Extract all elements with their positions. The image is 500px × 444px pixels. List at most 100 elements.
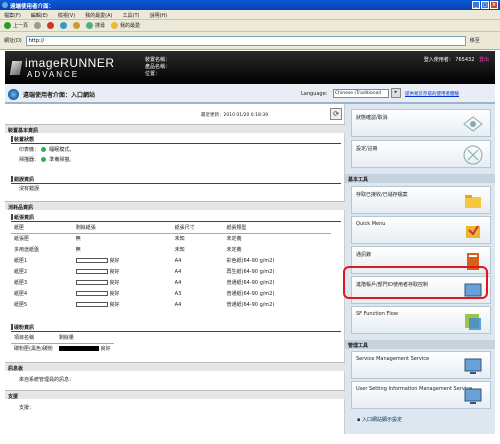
col-tray: 紙匣 [11, 222, 73, 234]
table-row: 碳粉匣(黑色)碳粉 良好 [11, 343, 114, 354]
product-name-label: 產品名稱： [145, 64, 171, 70]
settings-button[interactable]: 設定/註冊 [351, 140, 491, 168]
paper-type: 未定義 [226, 236, 242, 243]
language-go-button[interactable]: ▸ [391, 88, 401, 98]
menu-tools[interactable]: 工具(T) [123, 12, 140, 19]
printer-status-row: 印表機： 睡眠模式。 [19, 146, 74, 153]
status-monitor-button[interactable]: 狀態確認/取消 [351, 109, 491, 137]
address-label: 網址(D) [4, 38, 22, 44]
menu-edit[interactable]: 編輯(E) [31, 12, 48, 19]
refresh-button[interactable]: ⟳ [330, 108, 342, 120]
forward-button[interactable] [34, 22, 42, 29]
table-row: 紙匣4 良好 A3 普通紙(64-90 g/m2) [11, 288, 331, 299]
logout-link[interactable]: 登出 [479, 57, 489, 63]
tray-name: 紙匣3 [14, 280, 28, 286]
paper-level: 良好 [109, 269, 120, 275]
tray-name: 紙張匣 [14, 236, 30, 243]
stop-button[interactable] [47, 22, 55, 29]
brand-name: imageRUNNER [25, 56, 115, 70]
main-panel: 最近更新：2010 01/20 0:18:39 ⟳ 裝置基本資訊 裝置狀態 印表… [5, 104, 345, 434]
menu-help[interactable]: 說明(H) [149, 12, 167, 19]
quick-menu-label: Quick Menu [356, 221, 386, 227]
minimize-icon[interactable]: _ [472, 1, 480, 9]
accessibility-link[interactable]: 提供易於存取的使用者體驗 [405, 91, 459, 97]
paper-level: 良好 [109, 280, 120, 286]
search-button[interactable]: 搜尋 [86, 22, 105, 29]
table-row: 紙匣5 良好 A4 普通紙(64-90 g/m2) [11, 299, 331, 310]
menu-view[interactable]: 檢視(V) [58, 12, 75, 19]
user-setting-mgmt-button[interactable]: User Setting Information Management Serv… [351, 381, 491, 409]
location-label: 位置： [145, 71, 161, 77]
device-name-label: 裝置名稱： [145, 57, 171, 63]
paper-level-bar [75, 302, 108, 307]
paper-info-heading: 紙張資訊 [11, 214, 341, 222]
window-titlebar: 遠端使用者介面： _ □ × [0, 0, 500, 10]
login-user-label: 登入使用者： [423, 57, 454, 63]
paper-type: 彩色紙(64-90 g/m2) [226, 258, 275, 264]
go-button[interactable]: 移至 [470, 37, 480, 44]
back-button[interactable]: 上一頁 [4, 22, 28, 29]
service-management-button[interactable]: Service Management Service [351, 351, 491, 379]
address-bar: 網址(D) 移至 [0, 32, 500, 50]
paper-level-cell: 良好 [73, 255, 172, 266]
refresh-browser-button[interactable] [60, 22, 68, 29]
page-title: 遠端使用者介面：入口網站 [23, 92, 96, 99]
tray-name: 紙匣2 [14, 269, 28, 275]
management-tools-section: 管理工具 [345, 340, 495, 349]
status-monitor-label: 狀態確認/取消 [356, 115, 388, 121]
address-input[interactable] [25, 35, 466, 46]
device-basic-section: 裝置基本資訊 [5, 124, 345, 134]
paper-level: 良好 [109, 258, 120, 264]
paper-size: A4 [174, 257, 182, 264]
tray-name: 紙匣1 [14, 258, 28, 264]
home-icon [73, 22, 81, 29]
paper-level-cell: 良好 [73, 266, 172, 277]
sf-flow-label: SF Function Flow [356, 311, 398, 317]
quick-menu-button[interactable]: Quick Menu [351, 216, 491, 244]
support-section: 支援 [5, 390, 345, 400]
menu-file[interactable]: 檔案(F) [4, 12, 21, 19]
toner-level-bar [58, 346, 99, 352]
access-files-button[interactable]: 存取已接收/已儲存檔案 [351, 186, 491, 214]
tray-name: 紙匣4 [14, 291, 28, 297]
portal-settings-label: 入口網站顯示設定 [361, 417, 402, 423]
tools-icon [463, 145, 483, 165]
paper-level-cell: 良好 [73, 299, 172, 310]
folder-icon [465, 195, 481, 208]
function-flow-icon [465, 314, 481, 330]
user-setting-mgmt-label: User Setting Information Management Serv… [356, 386, 473, 392]
home-button[interactable] [73, 22, 81, 29]
tray-name: 紙匣5 [14, 302, 28, 308]
portal-subheader: 遠端使用者介面：入口網站 Language: Chinese (Traditio… [5, 84, 495, 104]
paper-level: 無 [75, 236, 81, 243]
message-text: 來自系統管理員的訊息： [19, 377, 75, 383]
settings-small-icon: ▪ [357, 417, 361, 423]
monitor-icon [464, 388, 482, 404]
col-type: 紙張類型 [223, 222, 331, 234]
eye-icon [463, 116, 483, 132]
login-user-info: 登入使用者： 765432 登出 [424, 56, 489, 63]
paper-size: 未知 [174, 247, 185, 253]
printer-label: 印表機： [19, 147, 40, 153]
consumables-section: 消耗品資訊 [5, 201, 345, 211]
monitor-icon [464, 358, 482, 374]
paper-size: A4 [174, 301, 182, 308]
search-icon [86, 22, 94, 29]
maximize-icon[interactable]: □ [481, 1, 489, 9]
sf-function-flow-button[interactable]: SF Function Flow [351, 306, 491, 334]
close-icon[interactable]: × [490, 1, 498, 9]
menu-favorites[interactable]: 我的最愛(A) [85, 12, 112, 19]
language-label: Language: [301, 91, 328, 97]
portal-display-settings-link[interactable]: ▪ 入口網站顯示設定 [357, 416, 402, 423]
support-text: 支援： [19, 405, 35, 411]
paper-level-bar [75, 291, 108, 296]
status-ok-icon [40, 147, 46, 152]
language-select[interactable]: Chinese (Traditional) [333, 89, 389, 98]
favorites-button[interactable]: 我的最愛 [111, 22, 140, 29]
table-row: 多用途紙盤 無 未知 未定義 [11, 244, 331, 255]
stop-icon [47, 22, 55, 29]
quick-menu-icon [466, 225, 480, 238]
col-size: 紙張尺寸 [171, 222, 224, 234]
basic-tools-section: 基本工具 [345, 174, 495, 183]
scanner-status: 準備掃描。 [49, 157, 75, 163]
